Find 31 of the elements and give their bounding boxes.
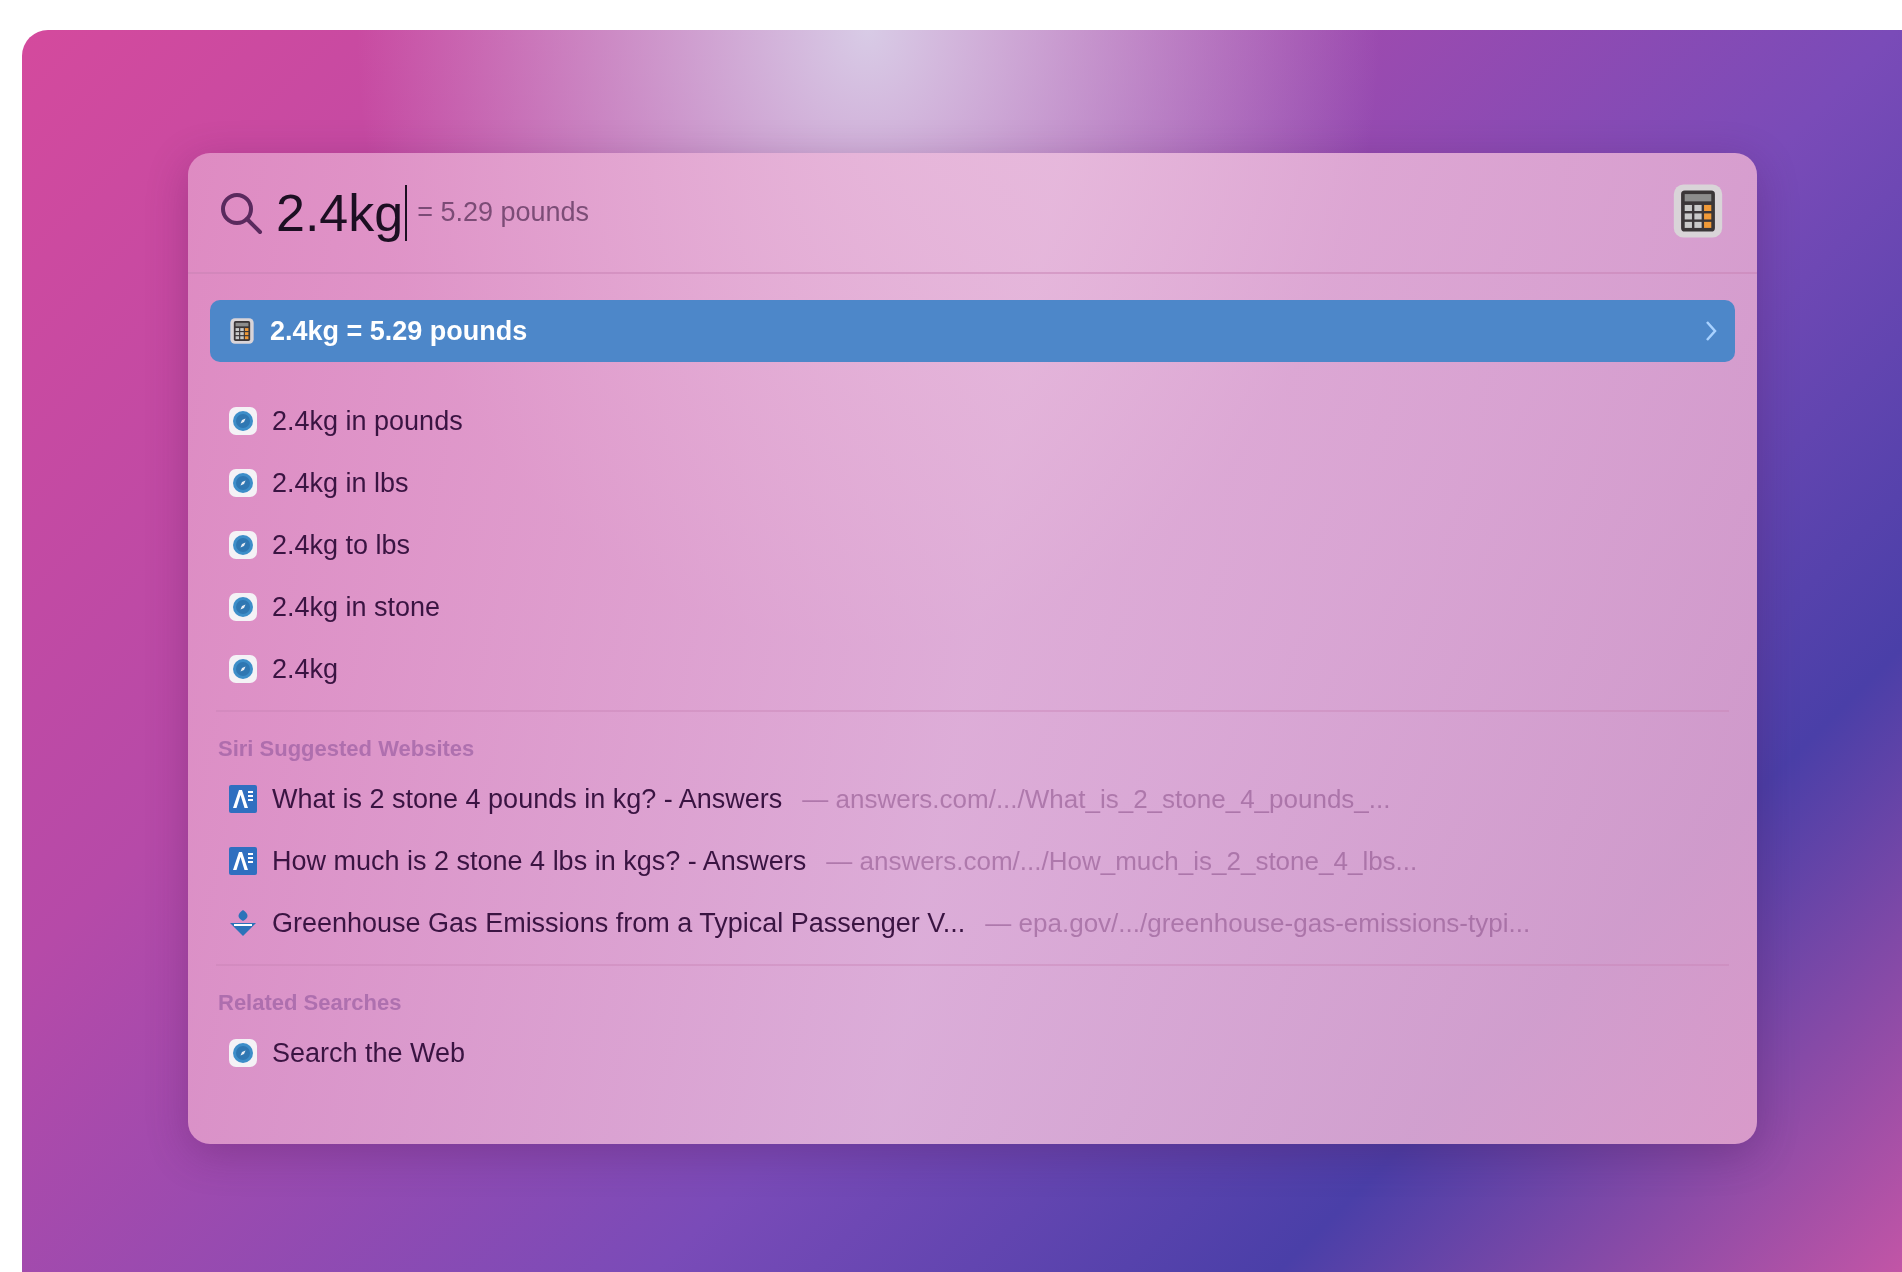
result-title: 2.4kg in lbs bbox=[272, 467, 409, 499]
result-row[interactable]: 2.4kg in pounds bbox=[210, 390, 1735, 452]
result-title: 2.4kg bbox=[272, 653, 339, 685]
compass-icon bbox=[228, 1038, 258, 1068]
result-row[interactable]: 2.4kg = 5.29 pounds bbox=[210, 300, 1735, 362]
compass-icon bbox=[228, 654, 258, 684]
search-field[interactable]: 2.4kg bbox=[276, 182, 404, 243]
result-title: 2.4kg in stone bbox=[272, 591, 441, 623]
result-row[interactable]: 2.4kg in lbs bbox=[210, 452, 1735, 514]
site-icon bbox=[228, 908, 258, 938]
result-row[interactable]: Search the Web bbox=[210, 1022, 1735, 1084]
compass-icon bbox=[228, 530, 258, 560]
conversion-hint: = 5.29 pounds bbox=[417, 197, 590, 228]
chevron-icon bbox=[1705, 320, 1717, 342]
result-title: How much is 2 stone 4 lbs in kgs? - Answers bbox=[272, 845, 807, 877]
compass-icon bbox=[228, 468, 258, 498]
result-row[interactable]: 2.4kg in stone bbox=[210, 576, 1735, 638]
result-title: Search the Web bbox=[272, 1037, 466, 1069]
compass-icon bbox=[228, 406, 258, 436]
site-icon bbox=[228, 784, 258, 814]
result-title: Greenhouse Gas Emissions from a Typical Passenger V... bbox=[272, 907, 966, 939]
result-title: What is 2 stone 4 pounds in kg? - Answers bbox=[272, 783, 783, 815]
calculator-icon bbox=[228, 317, 256, 345]
text-caret bbox=[405, 184, 408, 241]
result-title: 2.4kg = 5.29 pounds bbox=[270, 315, 528, 347]
site-icon bbox=[228, 846, 258, 876]
compass-icon bbox=[228, 592, 258, 622]
result-row[interactable]: 2.4kg bbox=[210, 638, 1735, 700]
result-title: 2.4kg to lbs bbox=[272, 529, 411, 561]
result-title: 2.4kg in pounds bbox=[272, 405, 463, 437]
result-row[interactable]: 2.4kg to lbs bbox=[210, 514, 1735, 576]
